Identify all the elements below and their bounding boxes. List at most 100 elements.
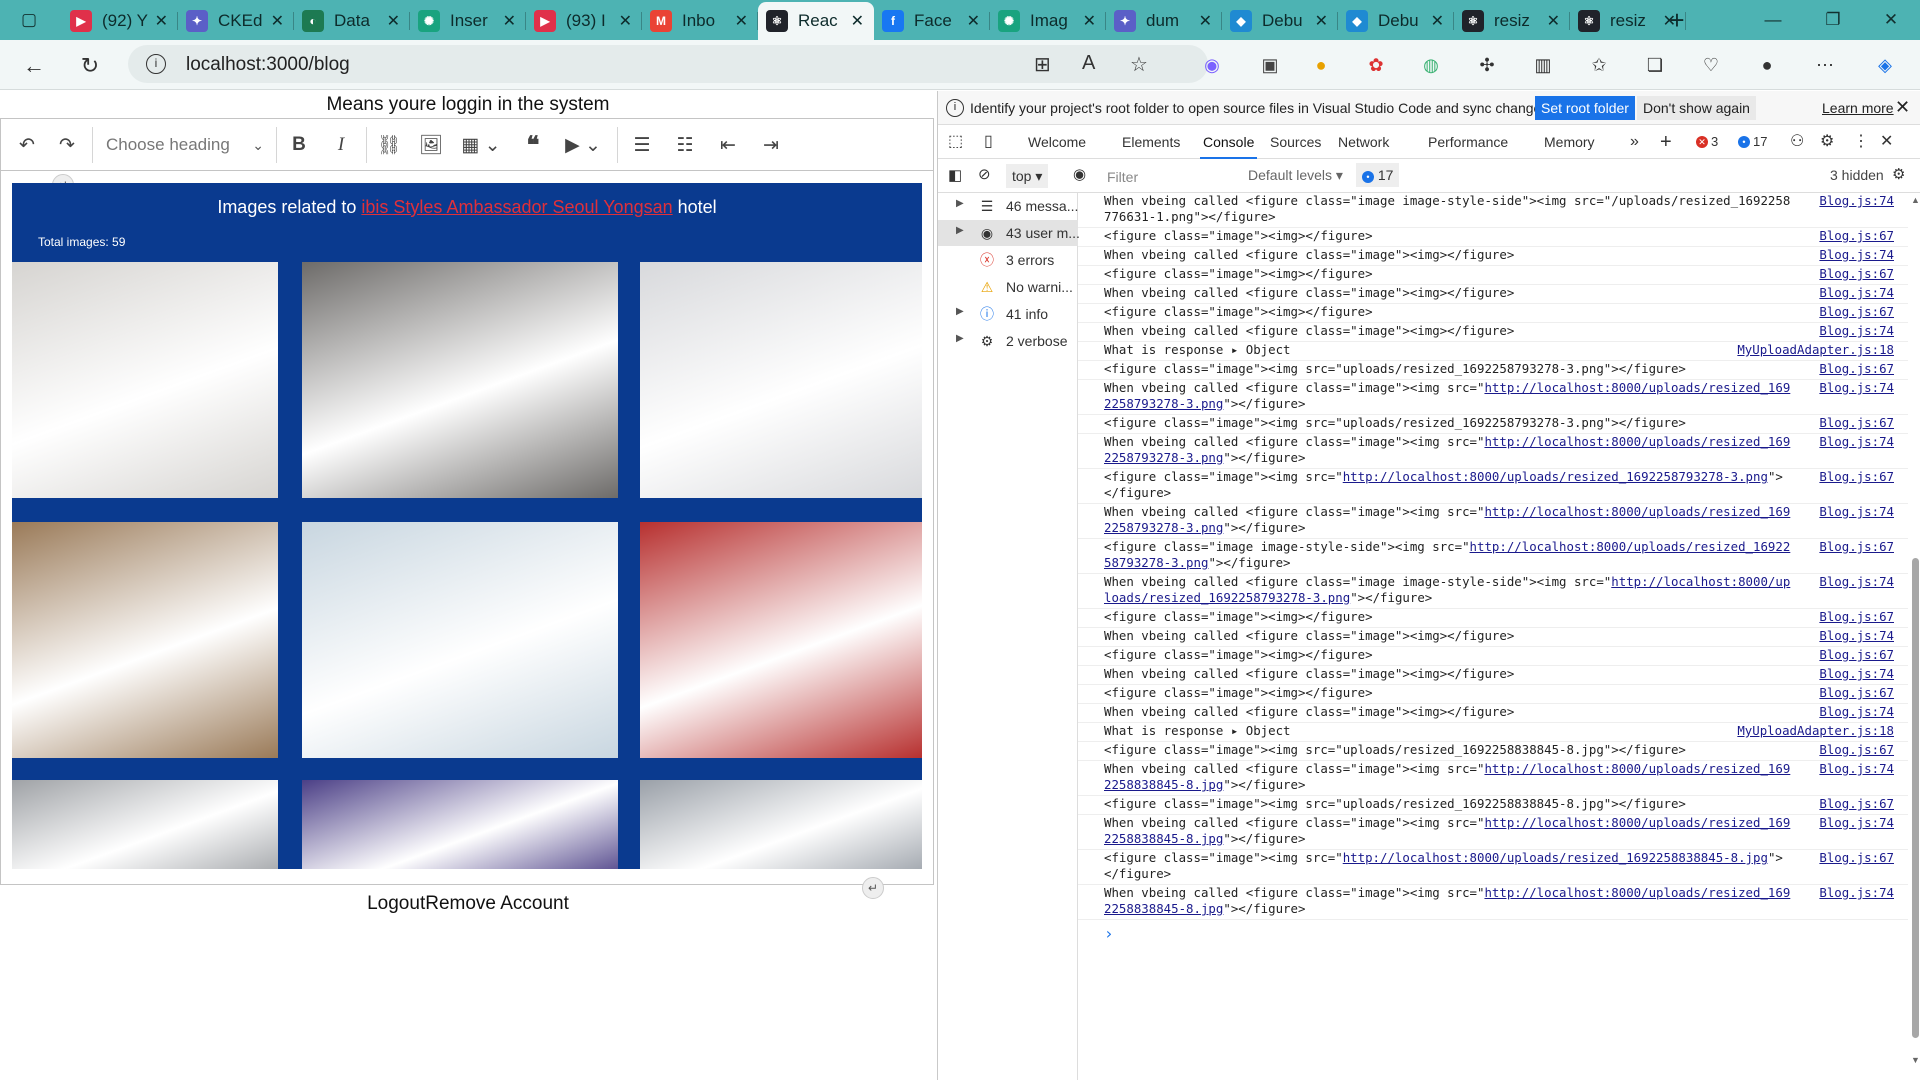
hotel-photo[interactable]: [12, 262, 278, 498]
url-text[interactable]: localhost:3000/blog: [186, 54, 350, 76]
close-tab-icon[interactable]: ✕: [735, 11, 748, 31]
close-devtools-icon[interactable]: ✕: [1880, 125, 1893, 159]
browser-tab[interactable]: ▶ (92) Y ✕: [62, 2, 178, 40]
indent-icon[interactable]: ⇥: [757, 131, 785, 159]
new-tab-button[interactable]: +: [1663, 5, 1691, 35]
address-bar[interactable]: i localhost:3000/blog ⊞ A ☆: [128, 45, 1208, 83]
expand-arrow-icon[interactable]: ▶: [956, 225, 964, 236]
more-options-icon[interactable]: ⋮: [1853, 125, 1869, 159]
extension-icon[interactable]: ◍: [1418, 52, 1444, 78]
scroll-down-icon[interactable]: ▼: [1911, 1055, 1920, 1065]
scrollbar-thumb[interactable]: [1912, 558, 1919, 1038]
tab-performance[interactable]: Performance: [1428, 125, 1508, 159]
extension-off-icon[interactable]: ▣: [1257, 52, 1283, 78]
source-link[interactable]: Blog.js:67: [1819, 361, 1894, 377]
source-link[interactable]: Blog.js:74: [1819, 193, 1894, 209]
copilot-icon[interactable]: ◈: [1872, 52, 1898, 78]
profile-avatar[interactable]: ●: [1754, 52, 1780, 78]
tab-memory[interactable]: Memory: [1544, 125, 1595, 159]
split-screen-icon[interactable]: ▥: [1530, 52, 1556, 78]
filter-input[interactable]: Filter: [1103, 165, 1233, 189]
console-settings-icon[interactable]: ⚙: [1892, 165, 1905, 183]
console-scrollbar[interactable]: ▲ ▼: [1910, 193, 1920, 1080]
source-link[interactable]: MyUploadAdapter.js:18: [1737, 723, 1894, 739]
issues-badge[interactable]: • 17: [1356, 163, 1400, 187]
tab-elements[interactable]: Elements: [1122, 125, 1180, 159]
minimize-icon[interactable]: —: [1758, 6, 1788, 34]
source-link[interactable]: Blog.js:74: [1819, 323, 1894, 339]
close-tab-icon[interactable]: ✕: [387, 11, 400, 31]
outdent-icon[interactable]: ⇤: [714, 131, 742, 159]
close-tab-icon[interactable]: ✕: [1083, 11, 1096, 31]
source-link[interactable]: Blog.js:74: [1819, 761, 1894, 777]
browser-tab[interactable]: ✺ Inser ✕: [410, 2, 526, 40]
hotel-photo[interactable]: [640, 262, 922, 498]
source-link[interactable]: Blog.js:67: [1819, 647, 1894, 663]
extension-icon[interactable]: ✿: [1363, 52, 1389, 78]
source-link[interactable]: Blog.js:74: [1819, 285, 1894, 301]
browser-tab[interactable]: ◆ Debu ✕: [1338, 2, 1454, 40]
logout-link[interactable]: Logout: [367, 893, 425, 914]
source-link[interactable]: Blog.js:74: [1819, 815, 1894, 831]
tab-console[interactable]: Console: [1200, 125, 1258, 159]
site-info-icon[interactable]: i: [146, 54, 166, 74]
hotel-photo[interactable]: [640, 780, 922, 869]
blockquote-icon[interactable]: ❝: [519, 131, 547, 159]
insert-image-icon[interactable]: 🖼: [417, 131, 445, 159]
favorite-star-icon[interactable]: ☆: [1130, 52, 1148, 77]
browser-tab[interactable]: ⚛ Reac ✕: [758, 2, 874, 40]
reload-icon[interactable]: ↻: [74, 50, 106, 82]
more-menu-icon[interactable]: ⋯: [1812, 52, 1838, 78]
source-link[interactable]: Blog.js:74: [1819, 504, 1894, 520]
tab-sources[interactable]: Sources: [1270, 125, 1321, 159]
source-link[interactable]: Blog.js:74: [1819, 380, 1894, 396]
source-link[interactable]: Blog.js:67: [1819, 266, 1894, 282]
source-link[interactable]: Blog.js:67: [1819, 609, 1894, 625]
learn-more-link[interactable]: Learn more: [1822, 100, 1894, 116]
source-link[interactable]: Blog.js:67: [1819, 796, 1894, 812]
close-window-icon[interactable]: ✕: [1876, 6, 1906, 34]
source-link[interactable]: MyUploadAdapter.js:18: [1737, 342, 1894, 358]
hotel-link[interactable]: ibis Styles Ambassador Seoul Yongsan: [361, 197, 672, 217]
extension-icon[interactable]: ●: [1308, 52, 1334, 78]
source-link[interactable]: Blog.js:74: [1819, 247, 1894, 263]
close-tab-icon[interactable]: ✕: [967, 11, 980, 31]
inspect-element-icon[interactable]: ⬚: [948, 125, 963, 159]
expand-arrow-icon[interactable]: ▶: [956, 333, 964, 344]
hotel-photo[interactable]: [302, 780, 618, 869]
close-tab-icon[interactable]: ✕: [1431, 11, 1444, 31]
bold-icon[interactable]: B: [285, 131, 313, 159]
insert-table-icon[interactable]: ▦ ⌄: [459, 131, 503, 159]
browser-tab[interactable]: ✦ CKEd ✕: [178, 2, 294, 40]
message-url-link[interactable]: http://localhost:8000/uploads/resized_16…: [1343, 850, 1768, 865]
close-tab-icon[interactable]: ✕: [619, 11, 632, 31]
back-icon[interactable]: ←: [18, 50, 50, 82]
log-levels-dropdown[interactable]: Default levels ▾: [1248, 167, 1343, 184]
bulleted-list-icon[interactable]: ☰: [628, 131, 656, 159]
sidebar-toggle-icon[interactable]: ◧: [948, 166, 962, 184]
redo-icon[interactable]: ↷: [53, 131, 81, 159]
source-link[interactable]: Blog.js:74: [1819, 628, 1894, 644]
browser-tab[interactable]: ◆ Debu ✕: [1222, 2, 1338, 40]
sidebar-item[interactable]: ▶ ☰ 46 messa...: [938, 193, 1078, 219]
source-link[interactable]: Blog.js:67: [1819, 228, 1894, 244]
source-link[interactable]: Blog.js:67: [1819, 304, 1894, 320]
hotel-photo[interactable]: [302, 262, 618, 498]
browser-tab[interactable]: ◐ Data ✕: [294, 2, 410, 40]
browser-tab[interactable]: ✺ Imag ✕: [990, 2, 1106, 40]
hotel-photo[interactable]: [302, 522, 618, 758]
heading-dropdown[interactable]: Choose heading ⌄: [106, 130, 264, 160]
sidebar-item[interactable]: ⚠ No warni...: [938, 274, 1078, 300]
image-gallery-block[interactable]: Images related to ibis Styles Ambassador…: [12, 183, 922, 869]
extension-icon[interactable]: ◉: [1199, 52, 1225, 78]
undo-icon[interactable]: ↶: [13, 131, 41, 159]
sidebar-item[interactable]: ▶ ◉ 43 user m...: [938, 220, 1080, 246]
set-root-folder-button[interactable]: Set root folder: [1535, 96, 1635, 120]
browser-tab[interactable]: ✦ dum ✕: [1106, 2, 1222, 40]
source-link[interactable]: Blog.js:74: [1819, 434, 1894, 450]
hotel-photo[interactable]: [12, 522, 278, 758]
browser-tab[interactable]: ⚛ resiz ✕: [1454, 2, 1570, 40]
message-url-link[interactable]: http://localhost:8000/uploads/resized_16…: [1343, 469, 1768, 484]
sidebar-item[interactable]: ⓧ 3 errors: [938, 247, 1078, 273]
source-link[interactable]: Blog.js:67: [1819, 685, 1894, 701]
